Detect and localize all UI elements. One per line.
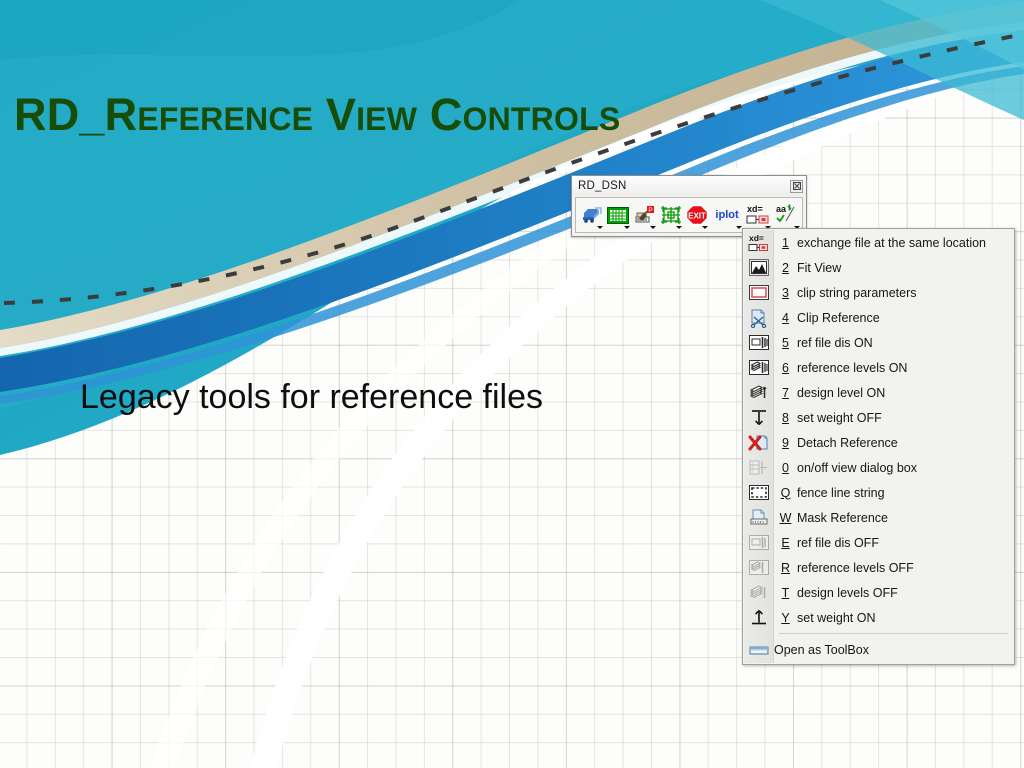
- menu-accelerator: W: [779, 510, 792, 525]
- iplot-label: iplot: [715, 209, 739, 221]
- text-aa-icon[interactable]: aa: [773, 200, 802, 230]
- menu-item-label: design level ON: [797, 385, 886, 400]
- set-weight-off-icon: [743, 405, 774, 430]
- menu-item-label: Open as ToolBox: [774, 642, 869, 657]
- menu-item-label: design levels OFF: [797, 585, 898, 600]
- slide-body-text: Legacy tools for reference files: [80, 378, 544, 416]
- menu-item-view-dialog-box[interactable]: 1 2 3 0 on/off view dialog box: [743, 455, 1014, 480]
- svg-text:EXIT: EXIT: [688, 212, 706, 221]
- reference-levels-on-icon: [743, 355, 774, 380]
- menu-accelerator: T: [781, 585, 790, 600]
- menu-item-label: reference levels OFF: [797, 560, 914, 575]
- svg-text:xd=: xd=: [749, 233, 764, 243]
- view-dialog-box-icon: 1 2 3: [743, 455, 774, 480]
- fit-view-icon: [743, 255, 774, 280]
- rd-dsn-title: RD_DSN: [578, 180, 627, 192]
- rd-reference-popup-menu[interactable]: xd= 1 exchange file at the same location: [742, 228, 1015, 665]
- iplot-icon[interactable]: iplot: [710, 200, 743, 230]
- exchange-xd-icon[interactable]: xd=: [744, 200, 773, 230]
- menu-accelerator: 7: [782, 385, 789, 400]
- menu-accelerator: Q: [780, 485, 791, 500]
- menu-accelerator: 5: [782, 335, 789, 350]
- menu-accelerator: Y: [781, 610, 790, 625]
- menu-item-label: ref file dis OFF: [797, 535, 879, 550]
- design-level-on-icon: [743, 380, 774, 405]
- menu-item-ref-file-dis-off[interactable]: E ref file dis OFF: [743, 530, 1014, 555]
- menu-item-label: exchange file at the same location: [797, 235, 987, 250]
- slide-canvas: RD_Reference View Controls Legacy tools …: [0, 0, 1024, 768]
- menu-item-fence-line-string[interactable]: Q fence line string: [743, 480, 1014, 505]
- svg-text:xd=: xd=: [747, 204, 763, 214]
- menu-accelerator: 9: [782, 435, 789, 450]
- ref-file-display-off-icon: [743, 530, 774, 555]
- menu-accelerator: R: [780, 560, 791, 575]
- dropdown-caret[interactable]: [649, 226, 656, 229]
- exit-stop-icon[interactable]: EXIT: [684, 200, 710, 230]
- svg-text:P: P: [648, 207, 652, 214]
- dropdown-caret[interactable]: [676, 226, 683, 229]
- menu-accelerator: 3: [782, 285, 789, 300]
- green-grid-icon[interactable]: [605, 200, 631, 230]
- dropdown-caret[interactable]: [735, 226, 742, 229]
- menu-item-label: on/off view dialog box: [797, 460, 917, 475]
- close-icon[interactable]: [790, 179, 803, 193]
- menu-item-mask-reference[interactable]: W Mask Reference: [743, 505, 1014, 530]
- dropdown-caret[interactable]: [597, 226, 604, 229]
- menu-item-exchange-file[interactable]: xd= 1 exchange file at the same location: [743, 230, 1014, 255]
- menu-item-design-level-on[interactable]: 7 design level ON: [743, 380, 1014, 405]
- menu-accelerator: 1: [782, 235, 789, 250]
- mask-reference-icon: [743, 505, 774, 530]
- menu-item-set-weight-off[interactable]: 8 set weight OFF: [743, 405, 1014, 430]
- reference-levels-off-icon: [743, 555, 774, 580]
- page-title: RD_Reference View Controls: [14, 89, 621, 140]
- dropdown-caret[interactable]: [623, 226, 630, 229]
- menu-accelerator: 6: [782, 360, 789, 375]
- exchange-file-icon: xd=: [743, 230, 774, 255]
- blue-vehicle-icon[interactable]: [579, 200, 605, 230]
- menu-item-reference-levels-on[interactable]: 6 reference levels ON: [743, 355, 1014, 380]
- fence-line-string-icon: [743, 480, 774, 505]
- menu-item-open-as-toolbox[interactable]: Open as ToolBox: [743, 637, 1014, 662]
- menu-item-label: reference levels ON: [797, 360, 908, 375]
- menu-accelerator: 4: [782, 310, 789, 325]
- dropdown-caret[interactable]: [702, 226, 709, 229]
- ref-file-display-on-icon: [743, 330, 774, 355]
- menu-item-label: Detach Reference: [797, 435, 898, 450]
- detach-reference-icon: [743, 430, 774, 455]
- menu-item-label: Mask Reference: [797, 510, 889, 525]
- menu-item-design-levels-off[interactable]: T design levels OFF: [743, 580, 1014, 605]
- menu-accelerator: 2: [782, 260, 789, 275]
- menu-item-label: Fit View: [797, 260, 842, 275]
- menu-item-label: set weight ON: [797, 610, 876, 625]
- rd-dsn-title-bar[interactable]: RD_DSN: [572, 176, 806, 196]
- menu-item-ref-file-dis-on[interactable]: 5 ref file dis ON: [743, 330, 1014, 355]
- clip-string-icon: [743, 280, 774, 305]
- menu-item-label: fence line string: [797, 485, 885, 500]
- menu-item-set-weight-on[interactable]: Y set weight ON: [743, 605, 1014, 630]
- menu-item-label: set weight OFF: [797, 410, 882, 425]
- open-as-toolbox-icon: [743, 637, 774, 662]
- hammer-stamp-icon[interactable]: P: [632, 200, 658, 230]
- menu-item-clip-string-parameters[interactable]: 3 clip string parameters: [743, 280, 1014, 305]
- green-crosshair-icon[interactable]: [658, 200, 684, 230]
- menu-item-fit-view[interactable]: 2 Fit View: [743, 255, 1014, 280]
- menu-separator: [779, 633, 1008, 634]
- menu-accelerator: E: [781, 535, 790, 550]
- design-levels-off-icon: [743, 580, 774, 605]
- menu-item-label: Clip Reference: [797, 310, 880, 325]
- menu-item-clip-reference[interactable]: 4 Clip Reference: [743, 305, 1014, 330]
- menu-item-label: ref file dis ON: [797, 335, 873, 350]
- clip-reference-scissors-icon: [743, 305, 774, 330]
- menu-item-label: clip string parameters: [797, 285, 917, 300]
- menu-accelerator: 8: [782, 410, 789, 425]
- menu-accelerator: 0: [782, 460, 789, 475]
- menu-item-detach-reference[interactable]: 9 Detach Reference: [743, 430, 1014, 455]
- svg-text:aa: aa: [776, 204, 787, 214]
- set-weight-on-icon: [743, 605, 774, 630]
- menu-item-reference-levels-off[interactable]: R reference levels OFF: [743, 555, 1014, 580]
